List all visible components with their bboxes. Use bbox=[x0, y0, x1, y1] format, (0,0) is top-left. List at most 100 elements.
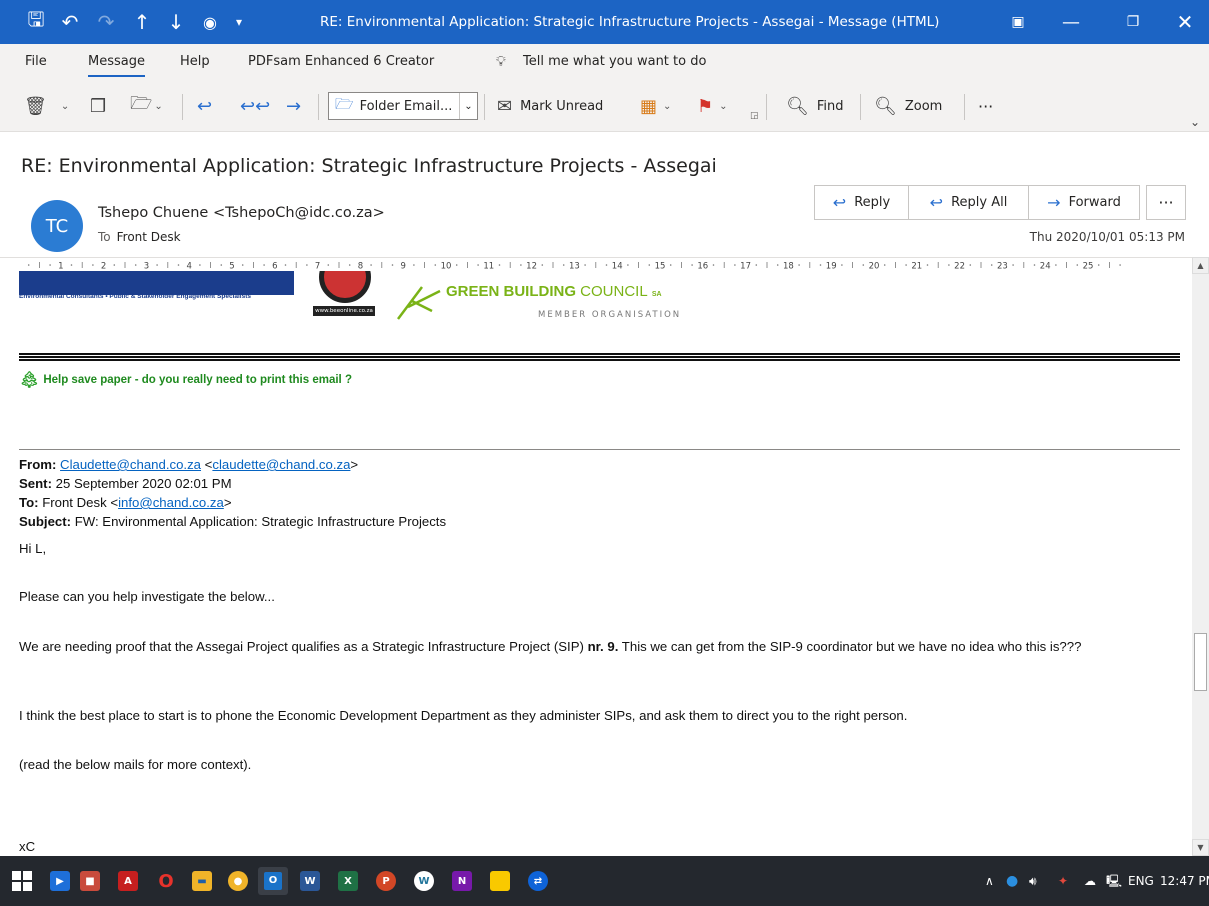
ruler-tick bbox=[370, 264, 372, 266]
network-icon[interactable]: 🖳︎ bbox=[1106, 856, 1122, 906]
ruler-tick bbox=[263, 264, 265, 266]
taskview-icon[interactable]: ▶ bbox=[50, 871, 70, 891]
to-recipient[interactable]: Front Desk bbox=[117, 230, 181, 244]
next-item-icon[interactable]: ↓ bbox=[162, 0, 190, 44]
reply-button[interactable]: ↩ Reply bbox=[815, 186, 909, 219]
forward-toolbar-button[interactable]: → bbox=[286, 88, 301, 124]
ruler-number: 16 bbox=[697, 262, 708, 272]
follow-up-button[interactable]: ⚑ ⌄ bbox=[697, 88, 728, 124]
tab-message[interactable]: Message bbox=[88, 44, 145, 80]
recipients: To Front Desk bbox=[98, 230, 181, 244]
toolbar-divider bbox=[484, 94, 485, 120]
categorize-icon: ▦ bbox=[640, 95, 658, 117]
excel-icon[interactable]: X bbox=[338, 871, 358, 891]
save-icon[interactable]: 🖫 bbox=[22, 0, 50, 44]
word-icon[interactable]: W bbox=[300, 871, 320, 891]
move-button[interactable]: 🗁︎ ⌄ bbox=[130, 88, 163, 124]
reply-label: Reply bbox=[854, 195, 891, 210]
mark-unread-button[interactable]: ✉ Mark Unread bbox=[497, 88, 603, 124]
acrobat-icon[interactable]: A bbox=[118, 871, 138, 891]
wordpress-icon[interactable]: W bbox=[414, 871, 434, 891]
language-indicator[interactable]: ENG bbox=[1128, 856, 1154, 906]
ruler-number: 9 bbox=[400, 262, 405, 272]
sticky-notes-icon[interactable] bbox=[490, 871, 510, 891]
ribbon-collapse-icon[interactable]: ⌄ bbox=[1190, 104, 1200, 140]
outlook-taskbar-button[interactable]: O bbox=[258, 867, 288, 895]
to-email-link[interactable]: info@chand.co.za bbox=[118, 495, 224, 510]
scroll-up-icon[interactable]: ▲ bbox=[1192, 257, 1209, 274]
ruler-tick bbox=[755, 264, 758, 266]
opera-icon[interactable]: O bbox=[156, 871, 176, 892]
previous-item-icon[interactable]: ↑ bbox=[128, 0, 156, 44]
chevron-down-icon: ⌄ bbox=[663, 100, 672, 112]
ruler-tick bbox=[1033, 264, 1036, 266]
reply-all-toolbar-button[interactable]: ↩↩ bbox=[240, 88, 270, 124]
reply-all-button[interactable]: ↩ Reply All bbox=[909, 186, 1029, 219]
save-paper-text: Help save paper - do you really need to … bbox=[43, 374, 352, 386]
from-label: From: bbox=[19, 457, 57, 472]
toolbar-divider bbox=[318, 94, 319, 120]
ruler-number: 25 bbox=[1083, 262, 1094, 272]
tab-help[interactable]: Help bbox=[180, 44, 210, 80]
ruler-tick bbox=[862, 264, 865, 266]
scroll-thumb[interactable] bbox=[1194, 633, 1207, 691]
find-label: Find bbox=[816, 98, 844, 114]
to-line: To: Front Desk <info@chand.co.za> bbox=[19, 493, 446, 512]
ruler-number: 18 bbox=[783, 262, 794, 272]
paragraph-2: We are needing proof that the Assegai Pr… bbox=[19, 637, 1179, 657]
ruler-tick bbox=[1119, 264, 1121, 266]
delete-button[interactable]: 🗑︎ ⌄ bbox=[24, 88, 69, 124]
tab-pdfsam[interactable]: PDFsam Enhanced 6 Creator bbox=[248, 44, 434, 80]
customize-quick-access-icon[interactable]: ▾ bbox=[228, 0, 250, 44]
windows-start-icon[interactable] bbox=[12, 871, 32, 891]
categorize-button[interactable]: ▦ ⌄ bbox=[640, 88, 671, 124]
clock[interactable]: 12:47 PM bbox=[1160, 856, 1209, 906]
teamviewer-icon[interactable]: ⇄ bbox=[528, 871, 548, 891]
ruler-tick bbox=[819, 264, 822, 266]
trash-icon: 🗑︎ bbox=[24, 95, 47, 117]
dialog-launcher-icon[interactable]: ◲ bbox=[750, 110, 759, 122]
avatar[interactable]: TC bbox=[31, 200, 83, 252]
file-explorer-icon[interactable]: ▬ bbox=[192, 871, 212, 891]
forward-button[interactable]: → Forward bbox=[1029, 186, 1139, 219]
ribbon-display-options-icon[interactable]: ▣ bbox=[995, 0, 1041, 44]
quick-steps-combo[interactable]: 🗁︎ Folder Email... ⌄ bbox=[328, 92, 478, 120]
scroll-down-icon[interactable]: ▼ bbox=[1192, 839, 1209, 856]
volume-icon[interactable]: 🔊︎ bbox=[1029, 856, 1037, 906]
archive-button[interactable]: ❒ bbox=[90, 88, 106, 124]
ruler-number: 21 bbox=[911, 262, 922, 272]
gbc-member-label: MEMBER ORGANISATION bbox=[538, 310, 682, 320]
tab-file[interactable]: File bbox=[25, 44, 47, 80]
sender[interactable]: Tshepo Chuene <TshepoCh@idc.co.za> bbox=[98, 205, 385, 221]
undo-icon[interactable]: ↶ bbox=[56, 0, 84, 44]
reply-icon: ↩ bbox=[197, 95, 213, 117]
more-actions-button[interactable]: ··· bbox=[1146, 185, 1186, 220]
chrome-icon[interactable]: ● bbox=[228, 871, 248, 891]
window-title: RE: Environmental Application: Strategic… bbox=[320, 14, 940, 30]
more-commands-button[interactable]: ··· bbox=[978, 88, 993, 124]
from-email-link-2[interactable]: claudette@chand.co.za bbox=[212, 457, 350, 472]
from-email-link[interactable]: Claudette@chand.co.za bbox=[60, 457, 201, 472]
find-button[interactable]: 🔍︎ Find bbox=[786, 88, 844, 124]
paint-icon[interactable]: ■ bbox=[80, 871, 100, 891]
ruler-number: 5 bbox=[229, 262, 234, 272]
chevron-down-icon[interactable]: ⌄ bbox=[61, 101, 69, 112]
minimize-icon[interactable]: — bbox=[1048, 0, 1094, 44]
chevron-down-icon[interactable]: ⌄ bbox=[459, 93, 477, 119]
redo-icon[interactable]: ↷ bbox=[92, 0, 120, 44]
network-app-icon[interactable]: ✦ bbox=[1058, 856, 1068, 906]
browser-tray-icon[interactable]: ● bbox=[1006, 856, 1018, 906]
onedrive-icon[interactable]: ☁ bbox=[1084, 856, 1096, 906]
tell-me-search[interactable]: Tell me what you want to do bbox=[523, 44, 706, 80]
show-hidden-icons-icon[interactable]: ∧ bbox=[985, 856, 994, 906]
onenote-icon[interactable]: N bbox=[452, 871, 472, 891]
reply-toolbar-button[interactable]: ↩ bbox=[197, 88, 212, 124]
vertical-scrollbar[interactable]: ▲ ▼ bbox=[1192, 257, 1209, 856]
ruler-number: 19 bbox=[826, 262, 837, 272]
zoom-button[interactable]: 🔍︎ Zoom bbox=[874, 88, 942, 124]
powerpoint-icon[interactable]: P bbox=[376, 871, 396, 891]
close-icon[interactable]: ✕ bbox=[1162, 0, 1208, 44]
ruler-tick bbox=[1076, 264, 1079, 266]
record-icon[interactable]: ◉ bbox=[196, 0, 224, 44]
restore-icon[interactable]: ❐ bbox=[1110, 0, 1156, 44]
